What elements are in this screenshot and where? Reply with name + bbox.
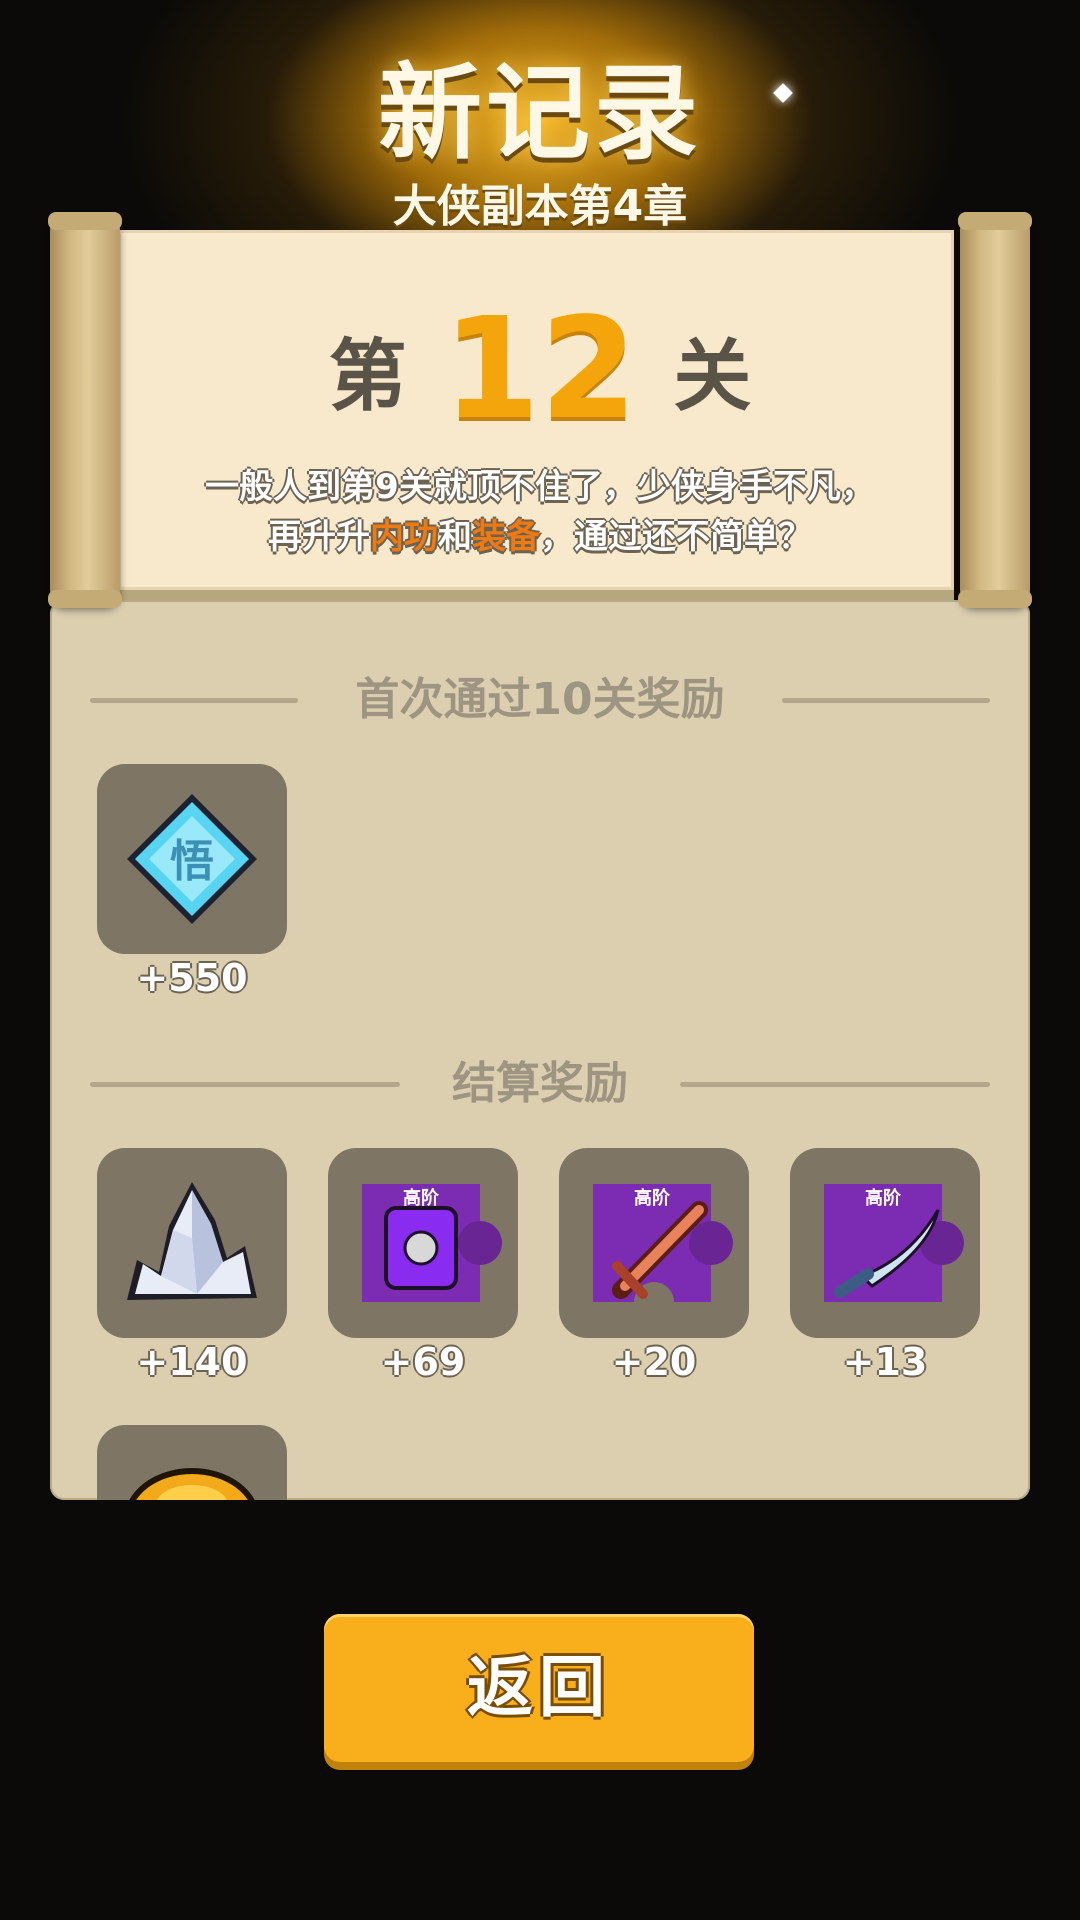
- reward-item[interactable]: 高阶 +69: [328, 1148, 518, 1384]
- reward-item[interactable]: 高阶 +13: [790, 1148, 980, 1384]
- settlement-header: 结算奖励: [90, 1054, 990, 1114]
- reward-panel: 首次通过10关奖励 悟 +550 结算奖励 +140 高阶 +69 高阶 +20…: [50, 600, 1030, 1500]
- reward-item[interactable]: 悟 +550: [97, 764, 287, 1000]
- saber-fragment-icon: 高阶: [824, 1184, 964, 1302]
- reward-slot: 悟: [97, 764, 287, 954]
- reward-count: +69: [380, 1340, 466, 1384]
- chapter-subtitle: 大侠副本第4章: [392, 181, 688, 232]
- armor-fragment-icon: 高阶: [362, 1184, 502, 1302]
- highlight-internal-power: 内功: [370, 517, 438, 557]
- first-clear-header: 首次通过10关奖励: [90, 670, 990, 730]
- description-line-1: 一般人到第9关就顶不住了，少侠身手不凡，: [205, 467, 875, 507]
- page-title: 新记录: [377, 52, 702, 174]
- reward-count: +13: [842, 1340, 928, 1384]
- reward-count: +20: [611, 1340, 697, 1384]
- level-suffix: 关: [673, 332, 752, 422]
- reward-slot: 高阶: [328, 1148, 518, 1338]
- insight-gem-icon: 悟: [127, 794, 257, 924]
- rarity-tag: 高阶: [634, 1187, 671, 1209]
- rarity-tag: 高阶: [403, 1187, 440, 1209]
- reward-slot: 高阶: [790, 1148, 980, 1338]
- reward-item[interactable]: +140: [97, 1148, 287, 1384]
- level-prefix: 第: [328, 332, 407, 422]
- rarity-tag: 高阶: [865, 1187, 902, 1209]
- settlement-label: 结算奖励: [452, 1058, 628, 1109]
- back-button[interactable]: 返回: [324, 1614, 754, 1762]
- reward-slot: [97, 1425, 287, 1500]
- gold-ingot-icon: [129, 1468, 255, 1500]
- reward-count: +550: [136, 956, 248, 1000]
- reward-count: +140: [136, 1340, 248, 1384]
- reward-slot: [97, 1148, 287, 1338]
- insight-glyph: 悟: [170, 836, 214, 887]
- level-description: 一般人到第9关就顶不住了，少侠身手不凡， 再升升内功和装备，通过还不简单？: [140, 462, 940, 562]
- level-number: 12: [442, 288, 638, 451]
- sword-fragment-icon: 高阶: [593, 1184, 733, 1322]
- first-clear-label: 首次通过10关奖励: [355, 674, 725, 725]
- crystal-icon: [127, 1182, 257, 1300]
- level-indicator: 第 12 关: [0, 300, 1080, 440]
- highlight-equipment: 装备: [472, 517, 540, 557]
- reward-item[interactable]: [97, 1425, 287, 1500]
- reward-item[interactable]: 高阶 +20: [559, 1148, 749, 1384]
- reward-slot: 高阶: [559, 1148, 749, 1338]
- description-line-2: 再升升内功和装备，通过还不简单？: [268, 517, 812, 557]
